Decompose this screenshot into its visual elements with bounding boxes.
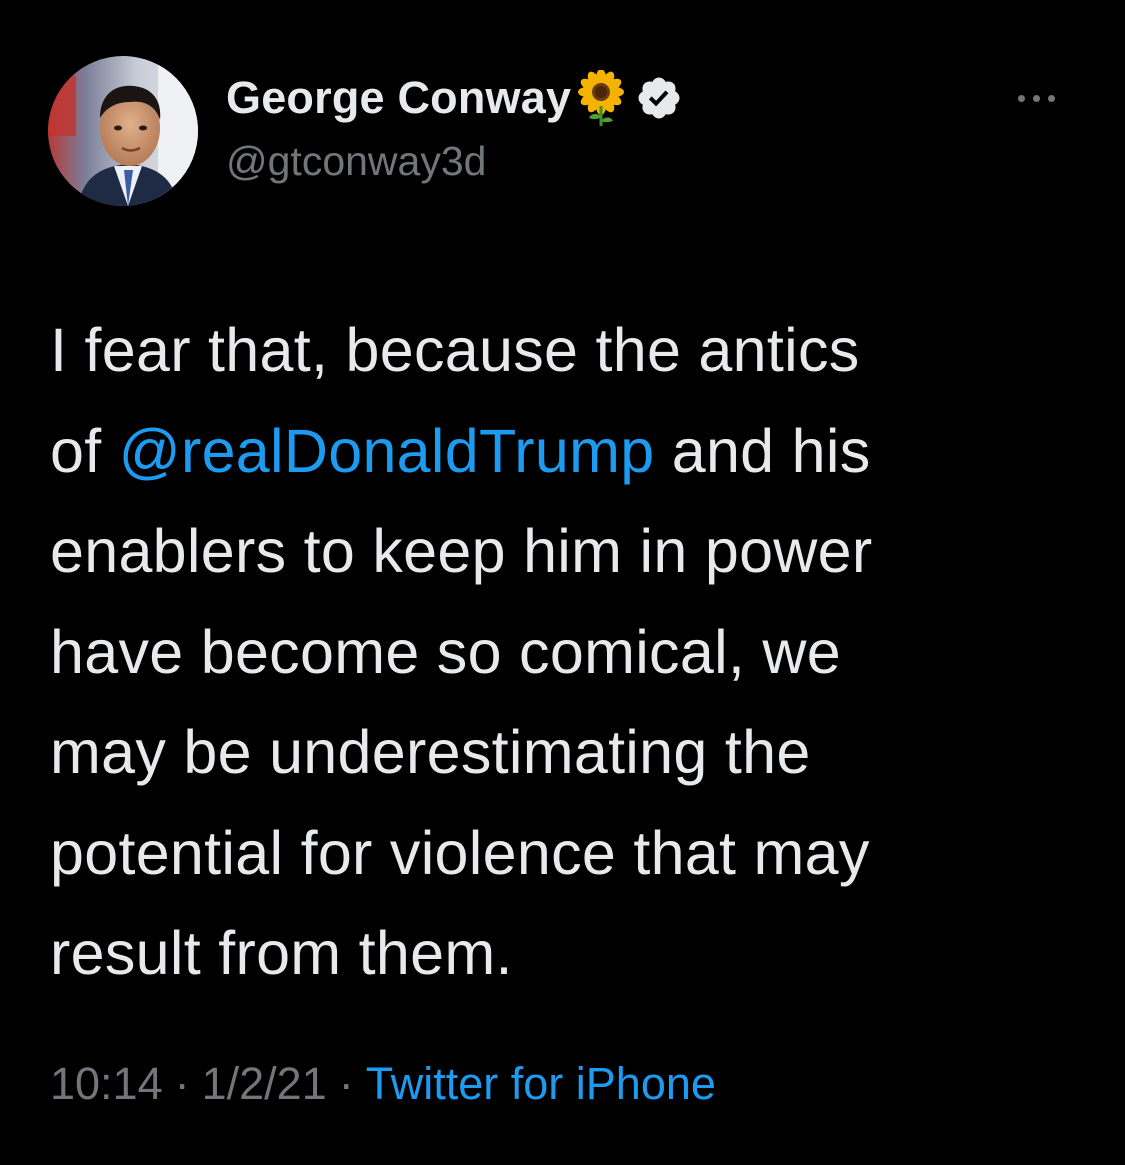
verified-badge-icon[interactable]: [635, 74, 683, 122]
tweet-text-line: of @realDonaldTrump and his: [50, 401, 1100, 502]
author-handle[interactable]: @gtconway3d: [226, 138, 486, 185]
tweet: George Conway @gtconway3d I fear that, b…: [0, 0, 1125, 1165]
tweet-text-line: I fear that, because the antics: [50, 300, 1100, 401]
tweet-text-line: potential for violence that may: [50, 803, 1100, 904]
tweet-text-line: have become so comical, we: [50, 602, 1100, 703]
tweet-text-line: result from them.: [50, 903, 1100, 1004]
avatar[interactable]: [48, 56, 198, 206]
tweet-text-segment: of: [50, 416, 119, 485]
tweet-date[interactable]: 1/2/21: [202, 1058, 327, 1109]
more-options-icon[interactable]: [1000, 84, 1072, 112]
more-dot: [1017, 94, 1025, 102]
avatar-photo: [48, 56, 198, 206]
meta-separator: ·: [174, 1058, 190, 1109]
tweet-text-segment: result from them.: [50, 919, 513, 987]
tweet-text-segment: I fear that, because the antics: [50, 316, 860, 384]
tweet-text-segment: may be underestimating the: [50, 718, 811, 786]
tweet-text-segment: enablers to keep him in power: [50, 517, 873, 585]
sunflower-icon: [577, 69, 625, 126]
mention-link[interactable]: @realDonaldTrump: [119, 417, 655, 485]
tweet-text-line: enablers to keep him in power: [50, 501, 1100, 602]
tweet-text-segment: potential for violence that may: [50, 818, 870, 887]
meta-separator: ·: [338, 1058, 354, 1109]
tweet-time[interactable]: 10:14: [50, 1058, 163, 1109]
tweet-text-segment: have become so comical, we: [50, 617, 842, 686]
tweet-text-line: may be underestimating the: [50, 702, 1100, 803]
tweet-text-segment: and his: [654, 416, 871, 485]
more-dot: [1032, 94, 1040, 102]
display-name[interactable]: George Conway: [226, 72, 571, 124]
author-name-row[interactable]: George Conway: [226, 68, 683, 128]
tweet-source-link[interactable]: Twitter for iPhone: [366, 1058, 716, 1109]
tweet-text: I fear that, because the antics of @real…: [50, 300, 1100, 1004]
tweet-meta: 10:14 · 1/2/21 · Twitter for iPhone: [50, 1058, 716, 1110]
more-dot: [1047, 94, 1055, 102]
